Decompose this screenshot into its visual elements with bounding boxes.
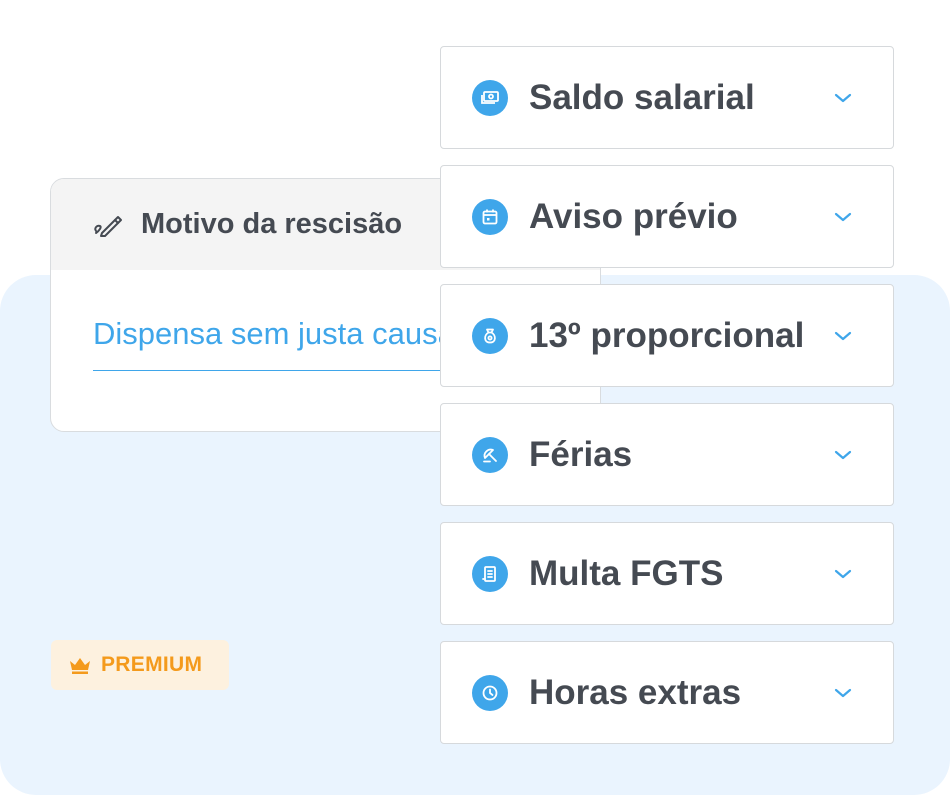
premium-label: PREMIUM (101, 653, 203, 676)
crown-icon (68, 655, 92, 675)
item-label: Multa FGTS (529, 553, 724, 593)
chevron-down-icon[interactable] (833, 568, 853, 580)
item-label: Saldo salarial (529, 77, 755, 117)
money-icon (472, 79, 508, 116)
premium-badge: PREMIUM (51, 640, 229, 690)
item-label: Aviso prévio (529, 196, 738, 236)
item-aviso-previo[interactable]: Aviso prévio (440, 165, 894, 268)
item-label: Férias (529, 434, 633, 474)
chevron-down-icon[interactable] (833, 92, 853, 104)
item-horas-extras[interactable]: Horas extras (440, 641, 894, 744)
chevron-down-icon[interactable] (833, 687, 853, 699)
money-bag-icon (472, 317, 508, 354)
chevron-down-icon[interactable] (833, 330, 853, 342)
item-ferias[interactable]: Férias (440, 403, 894, 506)
clock-icon (472, 674, 508, 711)
chevron-down-icon[interactable] (833, 211, 853, 223)
calendar-icon (472, 198, 508, 235)
item-label: Horas extras (529, 672, 742, 712)
item-label: 13º proporcional (529, 315, 805, 355)
pen-icon (93, 213, 123, 237)
umbrella-icon (472, 436, 508, 473)
chevron-down-icon[interactable] (833, 449, 853, 461)
item-13-proporcional[interactable]: 13º proporcional (440, 284, 894, 387)
document-icon (472, 555, 508, 592)
termination-reason-title: Motivo da rescisão (141, 208, 403, 240)
item-saldo-salarial[interactable]: Saldo salarial (440, 46, 894, 149)
item-multa-fgts[interactable]: Multa FGTS (440, 522, 894, 625)
